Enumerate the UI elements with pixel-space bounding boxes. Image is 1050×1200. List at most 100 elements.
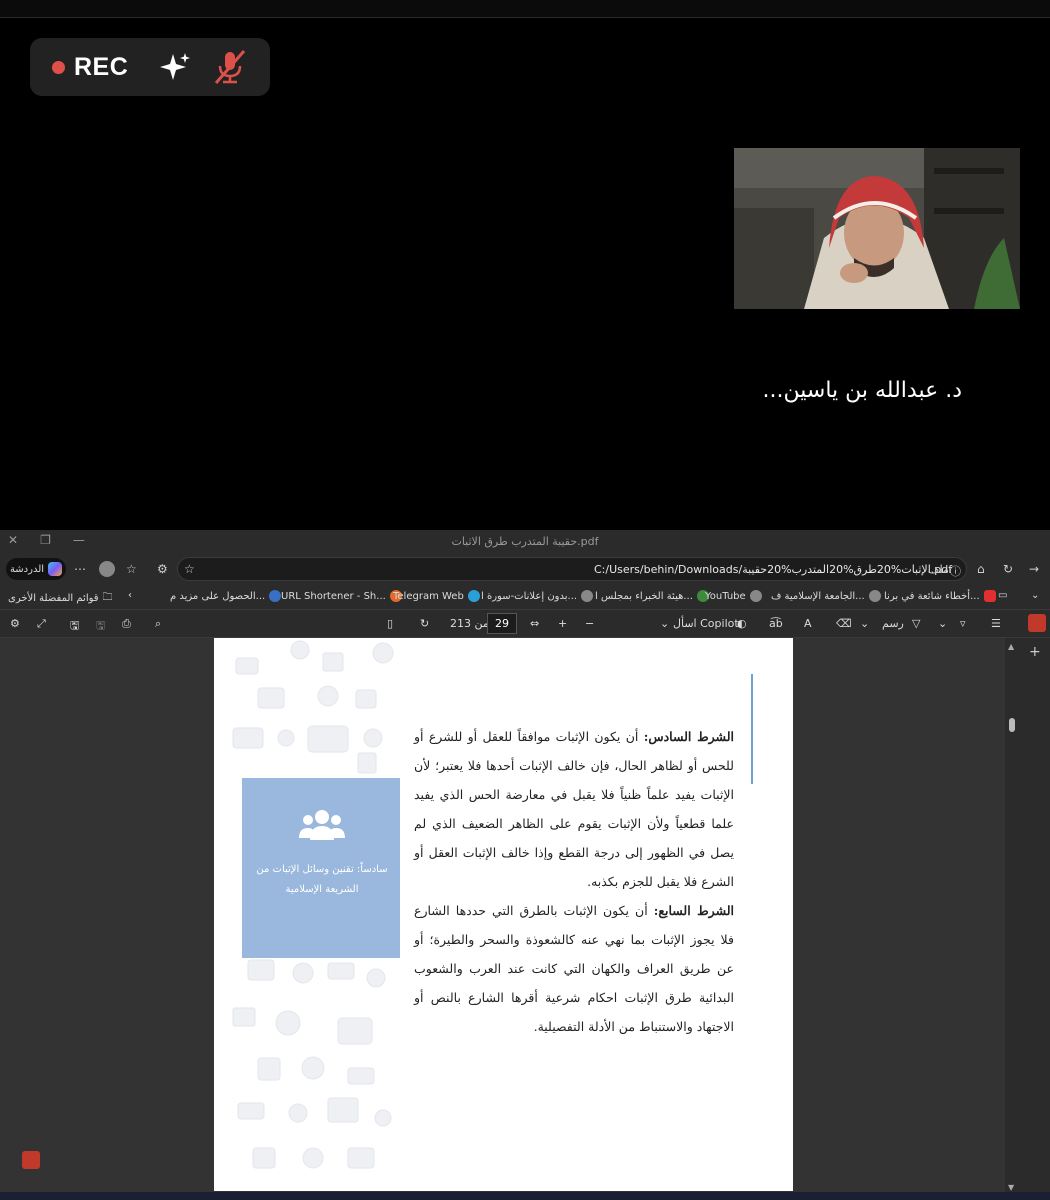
address-url: C:/Users/behin/Downloads/الإثبات%20طرق%2…: [594, 563, 953, 576]
fav-6[interactable]: URL Shortener - Sh...: [281, 590, 402, 602]
pdf-viewer[interactable]: سادساً: تقنين وسائل الإثبات من الشريعة ا…: [0, 638, 1050, 1200]
more-icon[interactable]: ⋯: [74, 562, 86, 576]
fav-other-label: قوائم المفضلة الأخرى: [8, 593, 99, 604]
wordpress-icon: [269, 590, 282, 602]
rec-label: REC: [74, 52, 129, 81]
save-as-icon[interactable]: 🖫: [70, 617, 79, 636]
fav-3[interactable]: هيئة الخبراء بمجلس ا...: [595, 590, 709, 602]
participant-video[interactable]: [734, 148, 1020, 309]
erase-icon[interactable]: ⌫: [836, 617, 852, 630]
home-icon[interactable]: ⌂: [977, 562, 985, 576]
fav-5[interactable]: Telegram Web: [393, 590, 480, 602]
scroll-down-icon[interactable]: ▼: [1008, 1183, 1014, 1192]
draw-pen-icon[interactable]: ▽: [912, 617, 920, 630]
fit-width-icon[interactable]: ⇔: [530, 617, 539, 630]
favorites-bar: قوائم المفضلة الأخرى 🗀 ‹ الحصول على مزيد …: [0, 584, 1050, 610]
fullscreen-icon[interactable]: ⤢: [37, 617, 46, 631]
top-strip: [0, 0, 1050, 18]
chat-button[interactable]: الدردشة: [6, 558, 66, 580]
screen: { "meeting": { "rec_label": "REC", "spea…: [0, 0, 1050, 1200]
mic-off-icon[interactable]: [210, 47, 250, 87]
pdf-toolbar: ⚙ ⤢ 🖫 🖫 ⎙ ⌕ ▯ ↻ من 213 29 ⇔ + − ⌄ اسأل C…: [0, 610, 1050, 638]
text-icon[interactable]: A: [804, 617, 812, 630]
paragraph-6-body: أن يكون الإثبات موافقاً للعقل أو للشرع أ…: [414, 729, 734, 889]
settings-icon[interactable]: ⚙: [10, 617, 20, 630]
globe-icon: [868, 590, 881, 602]
section-box-title: سادساً: تقنين وسائل الإثبات من الشريعة ا…: [256, 864, 388, 895]
copilot-dropdown-icon[interactable]: ⌄: [660, 617, 669, 630]
back-icon[interactable]: →: [1029, 562, 1039, 576]
favorites-icon[interactable]: ☆: [126, 562, 137, 576]
print-icon[interactable]: ⎙: [122, 617, 131, 631]
record-dot-icon: [52, 60, 65, 74]
scroll-up-icon[interactable]: ▲: [1008, 642, 1014, 651]
browser-window: ✕ ❐ — حقيبة المتدرب طرق الاثبات.pdf الدر…: [0, 530, 1050, 1200]
fav-1[interactable]: الجامعة الإسلامية ف...: [771, 590, 881, 602]
copilot-icon: [48, 562, 63, 576]
refresh-icon[interactable]: ↻: [1003, 562, 1013, 576]
rotate-icon[interactable]: ↻: [420, 617, 429, 630]
participant-video-frame: [734, 148, 1020, 309]
copilot-toolbar-icon[interactable]: ◐: [737, 617, 747, 630]
copilot-ask-button[interactable]: اسأل Copilot: [673, 617, 739, 630]
acrobat-taskbar-icon[interactable]: [22, 1151, 40, 1169]
fav-5-label: Telegram Web: [393, 590, 464, 602]
zoom-out-icon[interactable]: −: [585, 617, 594, 630]
page-number-input[interactable]: 29: [487, 613, 517, 634]
draw-button[interactable]: رسم: [882, 617, 904, 630]
reading-icon[interactable]: ▭: [998, 590, 1007, 601]
paragraph-7-body: أن يكون الإثبات بالطرق التي حددها الشارع…: [414, 903, 734, 1034]
telegram-icon: [467, 590, 480, 602]
recording-indicator: REC: [30, 38, 270, 96]
zoom-in-icon[interactable]: +: [558, 617, 567, 630]
paragraph-condition-6: الشرط السادس: أن يكون الإثبات موافقاً لل…: [414, 722, 734, 896]
accent-line: [751, 674, 753, 784]
fav-4[interactable]: بدون إعلانات-سورة ا...: [481, 590, 594, 602]
paragraph-7-title: الشرط السابع:: [653, 903, 735, 918]
page-count: من 213: [450, 617, 489, 630]
window-title: حقيبة المتدرب طرق الاثبات.pdf: [451, 535, 599, 548]
save-icon[interactable]: 🖫: [96, 617, 105, 636]
fav-6-label: URL Shortener - Sh...: [281, 590, 386, 602]
speaker-name: د. عبدالله بن ياسين...: [762, 378, 962, 403]
find-icon[interactable]: ⌕: [155, 617, 161, 631]
highlight-icon[interactable]: ▿: [960, 617, 966, 630]
page-view-icon[interactable]: ▯: [387, 617, 393, 630]
contents-icon[interactable]: ☰: [991, 617, 1001, 630]
fav-2-label: YouTube: [705, 590, 746, 602]
acrobat-toolbar-icon[interactable]: [1028, 614, 1046, 632]
window-title-bar: ✕ ❐ — حقيبة المتدرب طرق الاثبات.pdf: [0, 530, 1050, 554]
people-icon: [299, 810, 345, 840]
draw-dropdown-icon[interactable]: ⌄: [860, 617, 869, 630]
add-panel-icon[interactable]: +: [1029, 644, 1041, 660]
sparkle-icon[interactable]: [158, 50, 192, 84]
address-prefix: ملف: [928, 563, 949, 576]
fav-other[interactable]: قوائم المفضلة الأخرى 🗀: [8, 590, 113, 607]
fav-0[interactable]: أخطاء شائعة في برنا...: [884, 590, 996, 602]
section-box: سادساً: تقنين وسائل الإثبات من الشريعة ا…: [242, 778, 400, 958]
side-panel: +: [1019, 638, 1050, 1200]
globe-icon: [581, 590, 594, 602]
scrollbar-thumb[interactable]: [1009, 718, 1015, 732]
pdf-page: سادساً: تقنين وسائل الإثبات من الشريعة ا…: [214, 638, 793, 1191]
site-info-icon[interactable]: ⓘ: [950, 563, 961, 579]
fav-chevron-down-icon[interactable]: ⌄: [1031, 590, 1039, 601]
fav-7-label: الحصول على مزيد م...: [170, 590, 266, 602]
paragraph-6-title: الشرط السادس:: [643, 729, 734, 744]
address-bar[interactable]: ☆ C:/Users/behin/Downloads/الإثبات%20طرق…: [177, 557, 967, 581]
fav-chevron-icon[interactable]: ‹: [128, 590, 132, 601]
pdf-scrollbar[interactable]: ▲ ▼: [1005, 638, 1019, 1200]
globe-icon: [749, 590, 762, 602]
highlight-dropdown-icon[interactable]: ⌄: [938, 617, 947, 630]
taskbar-edge: [0, 1192, 1050, 1200]
extensions-icon[interactable]: ⚙: [157, 562, 168, 576]
fav-1-label: الجامعة الإسلامية ف...: [771, 590, 865, 602]
read-aloud-icon[interactable]: a͡b: [769, 617, 783, 630]
profile-avatar[interactable]: [99, 561, 115, 577]
fav-3-label: هيئة الخبراء بمجلس ا...: [595, 590, 693, 602]
decorative-icon-column: سادساً: تقنين وسائل الإثبات من الشريعة ا…: [228, 638, 400, 1191]
fav-7[interactable]: الحصول على مزيد م...: [170, 590, 282, 602]
paragraph-condition-7: الشرط السابع: أن يكون الإثبات بالطرق الت…: [414, 896, 734, 1041]
add-favorite-icon[interactable]: ☆: [184, 562, 195, 576]
fav-2[interactable]: YouTube: [705, 590, 762, 602]
